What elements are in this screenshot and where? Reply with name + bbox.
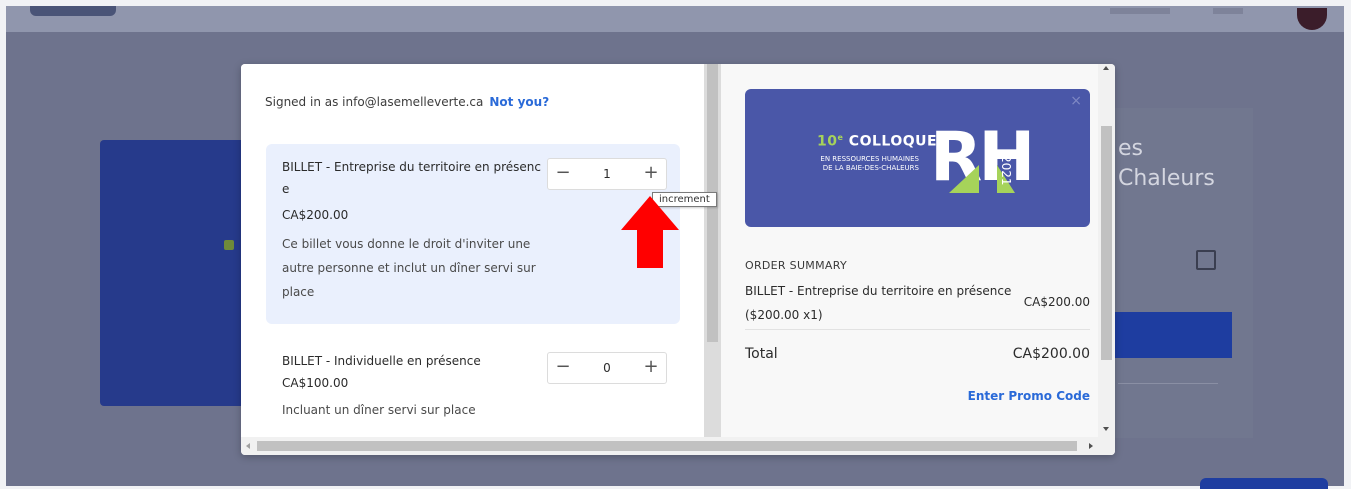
calendar-icon	[1196, 250, 1216, 270]
order-summary-title: ORDER SUMMARY	[745, 259, 847, 272]
right-pane-scrollbar[interactable]	[1098, 64, 1115, 437]
left-pane-scrollbar[interactable]	[704, 64, 721, 437]
background-action-button	[1200, 478, 1328, 489]
increment-button[interactable]: +	[636, 159, 666, 189]
order-item-detail: ($200.00 x1)	[745, 308, 823, 322]
quantity-input[interactable]: 0	[578, 353, 636, 383]
background-leaf-icon	[224, 240, 234, 250]
promo-code-link[interactable]: Enter Promo Code	[968, 389, 1090, 403]
order-item-amount: CA$200.00	[1023, 295, 1090, 309]
ticket-name: BILLET - Entreprise du territoire en pré…	[282, 160, 541, 196]
ticket-description: Incluant un dîner servi sur place	[282, 403, 476, 417]
signed-in-line: Signed in as info@lasemelleverte.ca Not y…	[265, 95, 549, 109]
background-nav-link	[1110, 8, 1170, 14]
not-you-link[interactable]: Not you?	[489, 95, 549, 109]
background-event-card: es Chaleurs	[1108, 108, 1253, 438]
quantity-stepper: − 1 +	[547, 158, 667, 190]
banner-title: 10e COLLOQUE	[817, 133, 938, 150]
ticket-name: BILLET - Individuelle en présence	[282, 354, 481, 368]
ticket-card-entreprise: BILLET - Entreprise du territoire en pré…	[266, 144, 680, 324]
scroll-left-icon[interactable]	[246, 443, 250, 449]
background-logo	[30, 6, 116, 16]
ticket-card-individuelle: BILLET - Individuelle en présence CA$100…	[266, 344, 680, 437]
scroll-right-icon[interactable]	[1089, 443, 1093, 449]
ticket-price: CA$100.00	[282, 376, 349, 390]
background-divider	[1118, 383, 1218, 384]
decrement-button[interactable]: −	[548, 353, 578, 383]
scroll-up-icon[interactable]	[1103, 66, 1109, 70]
event-banner: × 10e COLLOQUE EN RESSOURCES HUMAINES DE…	[745, 89, 1090, 227]
banner-year: 2021	[999, 155, 1013, 186]
ticket-price: CA$200.00	[282, 208, 349, 222]
total-label: Total	[745, 346, 778, 362]
increment-button[interactable]: +	[636, 353, 666, 383]
banner-subtitle: EN RESSOURCES HUMAINES DE LA BAIE-DES-CH…	[820, 155, 919, 172]
signed-in-text: Signed in as info@lasemelleverte.ca	[265, 95, 484, 109]
scrollbar-thumb[interactable]	[1101, 126, 1112, 360]
close-icon[interactable]: ×	[1070, 93, 1082, 109]
scrollbar-thumb[interactable]	[257, 441, 1077, 451]
quantity-stepper: − 0 +	[547, 352, 667, 384]
total-amount: CA$200.00	[1012, 346, 1090, 362]
horizontal-scrollbar[interactable]	[241, 437, 1115, 455]
background-register-button	[1108, 312, 1232, 358]
ticket-description: Ce billet vous donne le droit d'inviter …	[282, 237, 536, 299]
order-line-item: BILLET - Entreprise du territoire en pré…	[745, 279, 1015, 327]
order-summary-pane: × 10e COLLOQUE EN RESSOURCES HUMAINES DE…	[721, 64, 1098, 437]
order-divider	[745, 329, 1090, 330]
background-event-title: es Chaleurs	[1118, 136, 1215, 191]
quantity-input[interactable]: 1	[578, 159, 636, 189]
decrement-button[interactable]: −	[548, 159, 578, 189]
background-nav-link	[1213, 8, 1243, 14]
logo-accent-shape	[949, 165, 979, 193]
annotation-arrow-icon	[621, 196, 679, 268]
order-item-name: BILLET - Entreprise du territoire en pré…	[745, 284, 1012, 298]
scroll-down-icon[interactable]	[1103, 427, 1109, 431]
